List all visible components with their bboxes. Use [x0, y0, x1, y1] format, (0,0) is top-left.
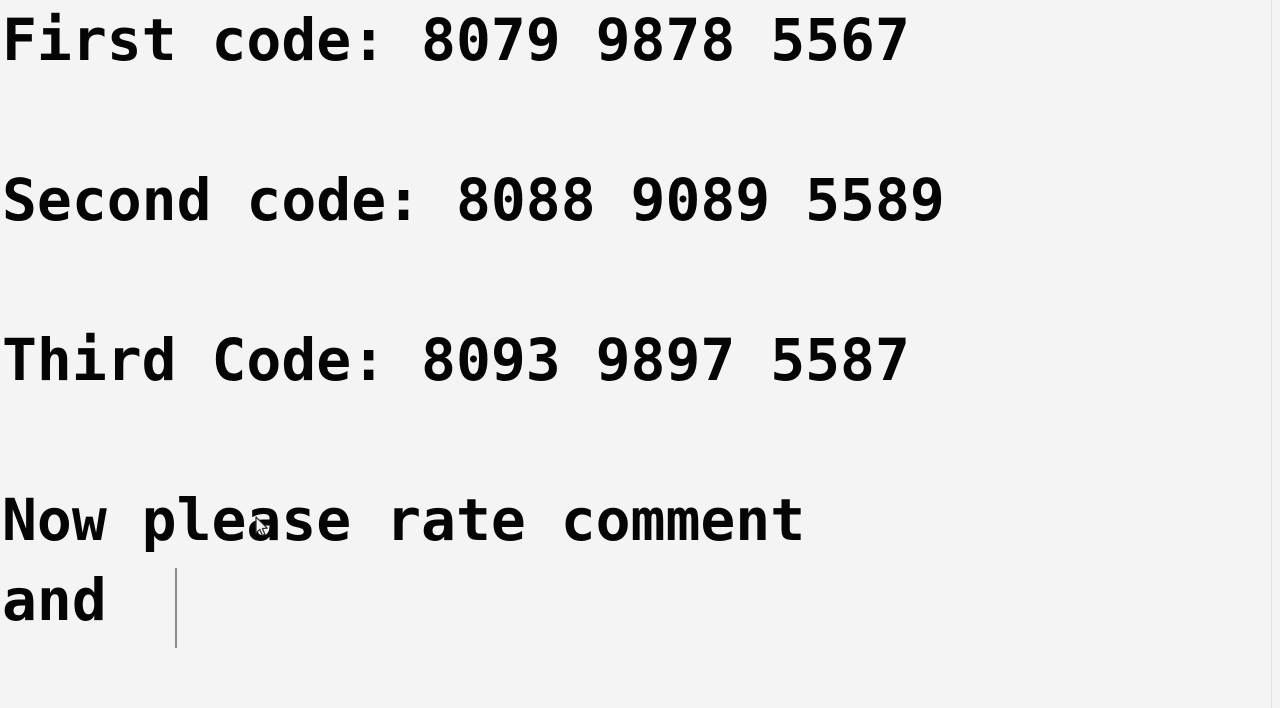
text-line: Second code: 8088 9089 5589 — [2, 166, 945, 234]
text-line: Now please rate comment — [2, 486, 806, 554]
editor-screen: First code: 8079 9878 5567 Second code: … — [0, 0, 1280, 708]
text-line: and — [2, 566, 142, 634]
text-line: Third Code: 8093 9897 5587 — [2, 326, 910, 394]
text-line-blank — [0, 80, 1280, 160]
text-line-blank — [0, 240, 1280, 320]
text-insertion-caret — [175, 568, 177, 648]
text-document-area[interactable]: First code: 8079 9878 5567 Second code: … — [0, 0, 1280, 640]
text-line: First code: 8079 9878 5567 — [2, 6, 910, 74]
text-line-blank — [0, 400, 1280, 480]
